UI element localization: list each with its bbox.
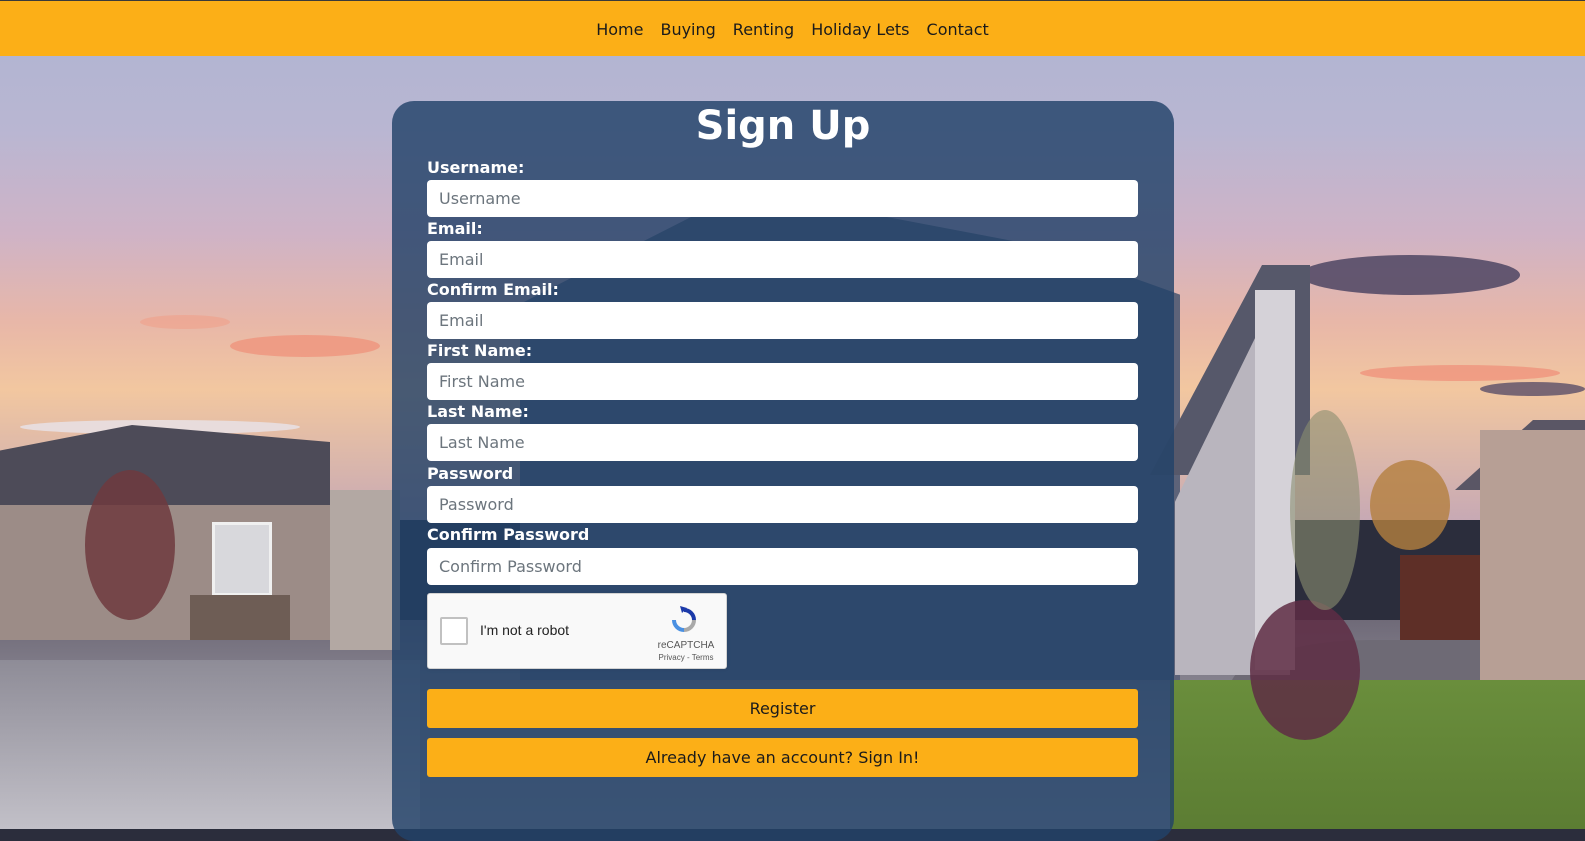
first-name-input[interactable] <box>427 363 1138 400</box>
tree <box>1290 410 1360 610</box>
cloud <box>1360 365 1560 381</box>
cloud <box>230 335 380 357</box>
register-button[interactable]: Register <box>427 689 1138 728</box>
fence <box>1400 555 1480 640</box>
signup-panel: Sign Up Username: Email: Confirm Email: … <box>392 101 1174 841</box>
nav-link-renting[interactable]: Renting <box>733 20 794 39</box>
nav-link-contact[interactable]: Contact <box>927 20 989 39</box>
house-wall <box>1480 430 1585 680</box>
email-input[interactable] <box>427 241 1138 278</box>
lawn <box>1170 680 1585 829</box>
cloud <box>1480 382 1585 396</box>
tree <box>1250 600 1360 740</box>
top-navbar: Home Buying Renting Holiday Lets Contact <box>0 0 1585 56</box>
nav-link-holiday-lets[interactable]: Holiday Lets <box>811 20 909 39</box>
page-title: Sign Up <box>695 103 871 149</box>
recaptcha-label: I'm not a robot <box>480 622 570 638</box>
recaptcha-brand: reCAPTCHA <box>657 640 715 651</box>
cloud <box>140 315 230 329</box>
username-input[interactable] <box>427 180 1138 217</box>
nav-link-home[interactable]: Home <box>596 20 643 39</box>
email-label: Email: <box>427 219 483 238</box>
garage-door <box>330 490 400 650</box>
stone-wall <box>190 595 290 640</box>
confirm-email-input[interactable] <box>427 302 1138 339</box>
confirm-email-label: Confirm Email: <box>427 280 559 299</box>
house-window <box>212 522 272 596</box>
last-name-label: Last Name: <box>427 402 529 421</box>
confirm-password-label: Confirm Password <box>427 525 590 544</box>
cloud <box>1300 255 1520 295</box>
recaptcha-widget: I'm not a robot reCAPTCHA Privacy - Term… <box>427 593 727 669</box>
last-name-input[interactable] <box>427 424 1138 461</box>
recaptcha-checkbox[interactable] <box>440 617 468 645</box>
password-label: Password <box>427 464 514 483</box>
nav-link-buying[interactable]: Buying <box>660 20 715 39</box>
main-nav: Home Buying Renting Holiday Lets Contact <box>0 1 1585 57</box>
sign-in-button[interactable]: Already have an account? Sign In! <box>427 738 1138 777</box>
password-input[interactable] <box>427 486 1138 523</box>
confirm-password-input[interactable] <box>427 548 1138 585</box>
driveway <box>0 660 420 829</box>
recaptcha-icon <box>672 606 696 632</box>
username-label: Username: <box>427 158 525 177</box>
first-name-label: First Name: <box>427 341 533 360</box>
tree <box>1370 460 1450 550</box>
tree <box>85 470 175 620</box>
recaptcha-terms-link[interactable]: Privacy - Terms <box>646 653 726 662</box>
